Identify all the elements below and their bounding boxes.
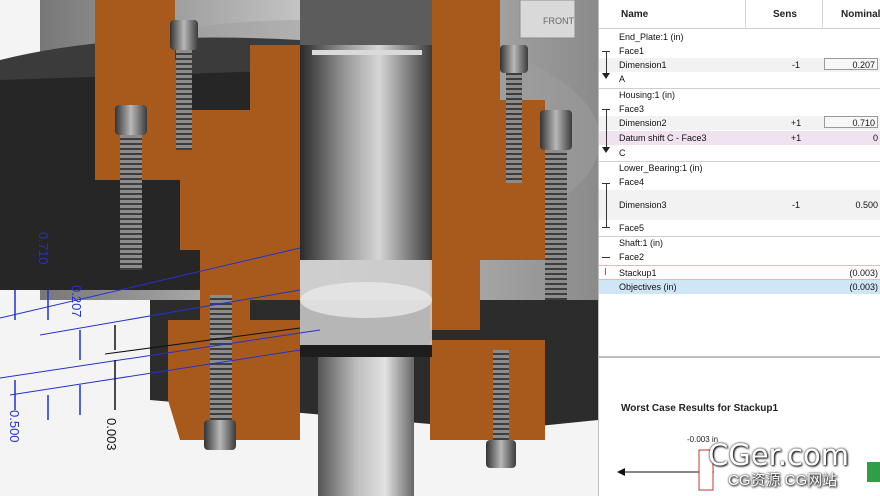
watermark-subtext: CG资源 CG网站 (728, 472, 838, 489)
chain-arrow-icon (602, 73, 610, 79)
stackup-icon: Ι (604, 267, 607, 278)
table-row-face[interactable]: Face4 (599, 175, 880, 189)
cad-viewport[interactable]: FRONT 0.710 0.207 0.003 0.500 (0, 0, 598, 496)
table-row-dimension[interactable]: Dimension3 -1 0.500 (599, 190, 880, 220)
table-header: Name Sens Nominal (599, 0, 880, 29)
view-cube-label[interactable]: FRONT (543, 16, 574, 26)
table-row-part[interactable]: Housing:1 (in) (599, 88, 880, 102)
col-divider[interactable] (822, 0, 823, 28)
chain-end-tick (602, 257, 610, 258)
nominal-input[interactable]: 0.207 (824, 58, 878, 70)
dim-label-0500[interactable]: 0.500 (7, 410, 22, 443)
col-name-header[interactable]: Name (621, 9, 648, 20)
assembly-section-view: FRONT 0.710 0.207 0.003 0.500 (0, 0, 598, 496)
table-row-face[interactable]: Face3 (599, 102, 880, 116)
table-row-face[interactable]: C (599, 146, 880, 160)
nominal-input[interactable]: 0.710 (824, 116, 878, 128)
watermark-text: CGer.com (708, 438, 849, 472)
chain-line (606, 109, 607, 147)
table-row-dimension[interactable]: Dimension1 -1 0.207 (599, 58, 880, 72)
dim-label-0710[interactable]: 0.710 (36, 232, 51, 265)
chain-arrow-icon (602, 147, 610, 153)
table-row-part[interactable]: Shaft:1 (in) (599, 236, 880, 250)
table-row-datum-shift[interactable]: Datum shift C - Face3 +1 0 (599, 131, 880, 145)
chain-end-tick (602, 227, 610, 228)
dim-label-0003[interactable]: 0.003 (104, 418, 119, 451)
col-divider[interactable] (745, 0, 746, 28)
stackup-panel: Name Sens Nominal End_Plate:1 (in) Face1… (598, 0, 880, 496)
table-row-stackup[interactable]: Ι Stackup1 (0.003) (599, 265, 880, 280)
table-row-face[interactable]: Face2 (599, 250, 880, 264)
table-row-part[interactable]: Lower_Bearing:1 (in) (599, 161, 880, 175)
table-row-part[interactable]: End_Plate:1 (in) (599, 30, 880, 44)
chain-line (606, 51, 607, 73)
table-row-face[interactable]: Face1 (599, 44, 880, 58)
table-row-face[interactable]: A (599, 72, 880, 86)
dim-label-0207[interactable]: 0.207 (69, 285, 84, 318)
chain-line (606, 183, 607, 227)
col-sens-header[interactable]: Sens (773, 9, 797, 20)
table-row-face[interactable]: Face5 (599, 221, 880, 235)
table-row-objectives[interactable]: Objectives (in) (0.003) (599, 280, 880, 294)
watermark: CGer.com CG资源 CG网站 (700, 438, 880, 496)
col-nominal-header[interactable]: Nominal (841, 9, 880, 20)
table-row-dimension[interactable]: Dimension2 +1 0.710 (599, 116, 880, 130)
